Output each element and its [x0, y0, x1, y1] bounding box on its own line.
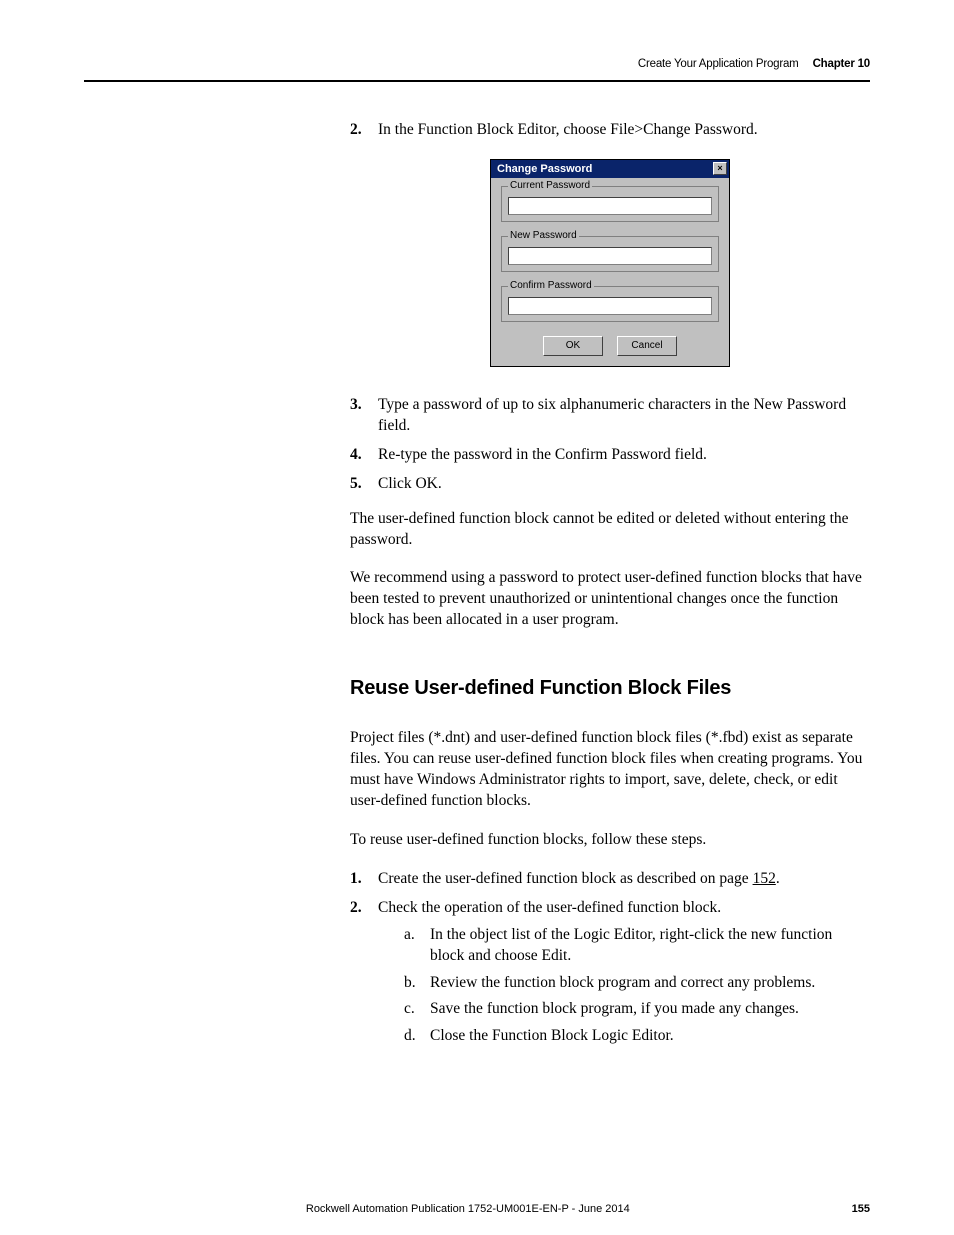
step-text-post: . — [776, 870, 780, 887]
step-list-top: 2. In the Function Block Editor, choose … — [374, 120, 870, 141]
section-heading: Reuse User-defined Function Block Files — [350, 677, 870, 700]
step-list-mid: 3. Type a password of up to six alphanum… — [374, 395, 870, 495]
substep-letter: d. — [404, 1026, 416, 1047]
body-paragraph: We recommend using a password to protect… — [350, 568, 870, 631]
page-header: Create Your Application Program Chapter … — [84, 58, 870, 82]
confirm-password-label: Confirm Password — [508, 280, 594, 291]
header-chapter: Chapter 10 — [813, 58, 870, 70]
body-paragraph: To reuse user-defined function blocks, f… — [350, 830, 870, 851]
step-text: Type a password of up to six alphanumeri… — [378, 396, 846, 434]
footer-publication: Rockwell Automation Publication 1752-UM0… — [84, 1203, 852, 1215]
cancel-button[interactable]: Cancel — [617, 336, 677, 356]
page-footer: Rockwell Automation Publication 1752-UM0… — [84, 1203, 870, 1215]
current-password-group: Current Password — [501, 186, 719, 222]
change-password-dialog: Change Password × Current Password New P… — [490, 159, 730, 367]
substep-text: Review the function block program and co… — [430, 974, 815, 991]
substep-letter: b. — [404, 973, 416, 994]
substep-text: Close the Function Block Logic Editor. — [430, 1027, 674, 1044]
list-item: 3. Type a password of up to six alphanum… — [374, 395, 870, 437]
dialog-button-row: OK Cancel — [501, 336, 719, 356]
substep-letter: a. — [404, 925, 415, 946]
confirm-password-group: Confirm Password — [501, 286, 719, 322]
dialog-titlebar: Change Password × — [491, 160, 729, 178]
new-password-input[interactable] — [508, 247, 712, 265]
list-item: b. Review the function block program and… — [426, 973, 870, 994]
substep-text: Save the function block program, if you … — [430, 1000, 799, 1017]
confirm-password-input[interactable] — [508, 297, 712, 315]
substep-list: a. In the object list of the Logic Edito… — [426, 925, 870, 1048]
substep-letter: c. — [404, 999, 415, 1020]
step-number: 3. — [350, 395, 362, 416]
step-text: In the Function Block Editor, choose Fil… — [378, 121, 758, 138]
list-item: 4. Re-type the password in the Confirm P… — [374, 445, 870, 466]
step-number: 4. — [350, 445, 362, 466]
step-text-pre: Create the user-defined function block a… — [378, 870, 753, 887]
current-password-label: Current Password — [508, 180, 592, 191]
step-text: Create the user-defined function block a… — [378, 870, 780, 887]
body-paragraph: Project files (*.dnt) and user-defined f… — [350, 728, 870, 812]
list-item: 5. Click OK. — [374, 474, 870, 495]
list-item: 2. Check the operation of the user-defin… — [374, 898, 870, 1048]
current-password-input[interactable] — [508, 197, 712, 215]
close-icon[interactable]: × — [713, 162, 727, 175]
footer-page-number: 155 — [852, 1203, 870, 1215]
step-text: Re-type the password in the Confirm Pass… — [378, 446, 707, 463]
step-number: 2. — [350, 898, 362, 919]
ok-button[interactable]: OK — [543, 336, 603, 356]
step-text: Click OK. — [378, 475, 442, 492]
step-number: 2. — [350, 120, 362, 141]
list-item: a. In the object list of the Logic Edito… — [426, 925, 870, 967]
list-item: d. Close the Function Block Logic Editor… — [426, 1026, 870, 1047]
list-item: c. Save the function block program, if y… — [426, 999, 870, 1020]
step-list-bottom: 1. Create the user-defined function bloc… — [374, 869, 870, 1047]
new-password-label: New Password — [508, 230, 579, 241]
new-password-group: New Password — [501, 236, 719, 272]
dialog-title: Change Password — [497, 163, 592, 175]
header-section: Create Your Application Program — [638, 58, 799, 70]
body-paragraph: The user-defined function block cannot b… — [350, 509, 870, 551]
list-item: 2. In the Function Block Editor, choose … — [374, 120, 870, 141]
step-number: 5. — [350, 474, 362, 495]
list-item: 1. Create the user-defined function bloc… — [374, 869, 870, 890]
page-link[interactable]: 152 — [753, 870, 776, 887]
step-text: Check the operation of the user-defined … — [378, 899, 721, 916]
step-number: 1. — [350, 869, 362, 890]
substep-text: In the object list of the Logic Editor, … — [430, 926, 832, 964]
